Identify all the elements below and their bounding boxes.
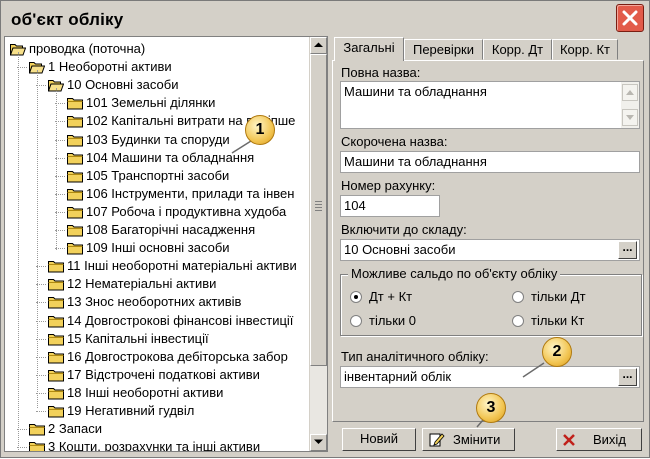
- callout-3-number: 3: [486, 399, 496, 416]
- callout-2: 2: [542, 337, 572, 367]
- callout-1-number: 1: [255, 121, 265, 138]
- callout-1: 1: [245, 115, 275, 145]
- callout-2-number: 2: [552, 343, 562, 360]
- account-object-window: об'єкт обліку проводка (поточна) 1 Необор…: [0, 0, 650, 458]
- tab-general-label: Загальні: [343, 40, 395, 55]
- tab-general[interactable]: Загальні: [334, 37, 404, 61]
- callout-lines: [231, 140, 545, 428]
- callout-3: 3: [476, 393, 506, 423]
